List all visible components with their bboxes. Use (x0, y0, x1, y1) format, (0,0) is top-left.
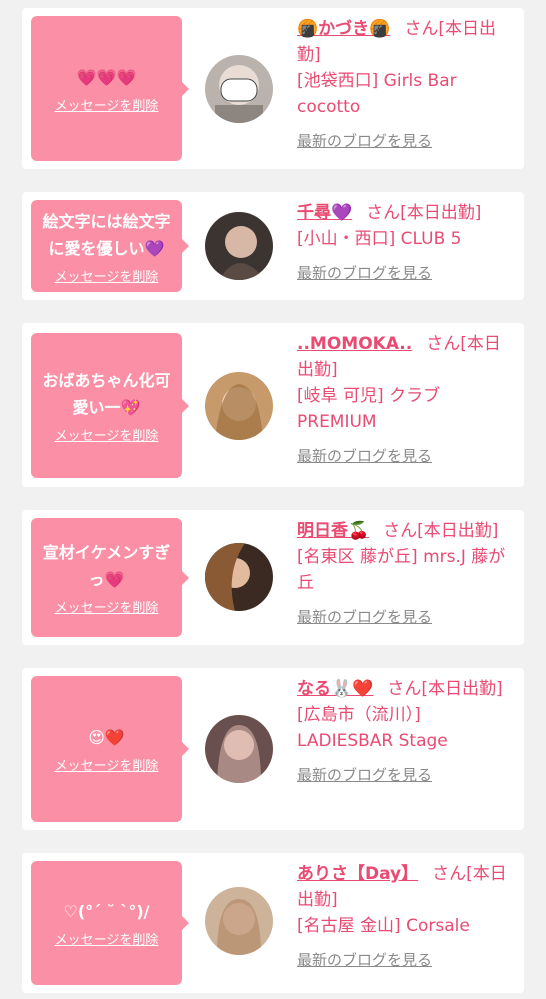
host-info: ..MOMOKA.. さん[本日出勤] [岐阜 可児] クラブ PREMIUM 最… (297, 331, 515, 469)
message-bubble: おばあちゃん化可愛い一💖 メッセージを削除 (31, 333, 189, 478)
shop-name: [名東区 藤が丘] mrs.J 藤が丘 (297, 547, 506, 593)
host-name-link[interactable]: なる🐰❤️ (297, 679, 373, 699)
host-name-link[interactable]: 🍘かづき🍘 (297, 19, 390, 39)
shop-name: [池袋西口] Girls Bar cocotto (297, 71, 457, 117)
message-list: 💗💗💗 メッセージを削除 🍘かづき🍘 さん[本日出勤] [池袋西口] Girls … (0, 0, 546, 999)
latest-blog-link[interactable]: 最新のブログを見る (297, 947, 515, 973)
delete-message-link[interactable]: メッセージを削除 (55, 597, 159, 616)
message-card: 💗💗💗 メッセージを削除 🍘かづき🍘 さん[本日出勤] [池袋西口] Girls … (22, 8, 524, 169)
host-info: 千尋💜 さん[本日出勤] [小山・西口] CLUB 5 最新のブログを見る (297, 200, 515, 286)
avatar-photo-icon (205, 543, 273, 611)
avatar-photo-icon (205, 887, 273, 955)
shop-name: [小山・西口] CLUB 5 (297, 229, 462, 249)
host-name-link[interactable]: ..MOMOKA.. (297, 334, 412, 354)
shop-name: [広島市（流川）] LADIESBAR Stage (297, 705, 448, 751)
message-card: 宣材イケメンすぎっ💗 メッセージを削除 明日香🍒 さん[本日出勤] [名東区 藤が… (22, 510, 524, 645)
avatar-photo-icon (205, 55, 273, 123)
host-name-link[interactable]: 明日香🍒 (297, 521, 369, 541)
delete-message-link[interactable]: メッセージを削除 (55, 755, 159, 774)
latest-blog-link[interactable]: 最新のブログを見る (297, 443, 515, 469)
host-name-link[interactable]: 千尋💜 (297, 203, 352, 223)
avatar[interactable] (205, 372, 273, 440)
shop-name: [岐阜 可児] クラブ PREMIUM (297, 386, 441, 432)
latest-blog-link[interactable]: 最新のブログを見る (297, 604, 515, 630)
avatar-photo-icon (205, 372, 273, 440)
latest-blog-link[interactable]: 最新のブログを見る (297, 260, 515, 286)
message-bubble: 宣材イケメンすぎっ💗 メッセージを削除 (31, 518, 189, 637)
host-info: 🍘かづき🍘 さん[本日出勤] [池袋西口] Girls Bar cocotto 最… (297, 16, 515, 154)
message-bubble: 💗💗💗 メッセージを削除 (31, 16, 189, 161)
host-name-link[interactable]: ありさ【Day】 (297, 864, 418, 884)
message-card: ♡(°´ ˘ `°)/ メッセージを削除 ありさ【Day】 さん[本日出勤] [名… (22, 853, 524, 993)
host-info: なる🐰❤️ さん[本日出勤] [広島市（流川）] LADIESBAR Stage … (297, 676, 515, 788)
avatar[interactable] (205, 887, 273, 955)
message-text: ♡(°´ ˘ `°)/ (63, 902, 150, 921)
message-text: 💗💗💗 (76, 67, 137, 87)
message-bubble: ♡(°´ ˘ `°)/ メッセージを削除 (31, 861, 189, 985)
host-status: さん[本日出勤] (387, 679, 503, 699)
avatar[interactable] (205, 715, 273, 783)
message-text: 絵文字には絵文字に愛を優しい💜 (42, 211, 171, 258)
message-card: 絵文字には絵文字に愛を優しい💜 メッセージを削除 千尋💜 さん[本日出勤] [小山… (22, 192, 524, 300)
host-status: さん[本日出勤] (366, 203, 482, 223)
message-card: おばあちゃん化可愛い一💖 メッセージを削除 ..MOMOKA.. さん[本日出勤]… (22, 323, 524, 487)
message-text: 😍❤️ (88, 728, 125, 747)
message-text: 宣材イケメンすぎっ💗 (42, 543, 171, 589)
avatar-photo-icon (205, 715, 273, 783)
delete-message-link[interactable]: メッセージを削除 (55, 929, 159, 948)
shop-name: [名古屋 金山] Corsale (297, 916, 470, 936)
host-info: 明日香🍒 さん[本日出勤] [名東区 藤が丘] mrs.J 藤が丘 最新のブログを… (297, 518, 515, 630)
message-bubble: 絵文字には絵文字に愛を優しい💜 メッセージを削除 (31, 200, 189, 292)
host-info: ありさ【Day】 さん[本日出勤] [名古屋 金山] Corsale 最新のブログ… (297, 861, 515, 973)
avatar-photo-icon (205, 212, 273, 280)
avatar[interactable] (205, 212, 273, 280)
avatar[interactable] (205, 55, 273, 123)
message-card: 😍❤️ メッセージを削除 なる🐰❤️ さん[本日出勤] [広島市（流川）] LAD… (22, 668, 524, 830)
host-status: さん[本日出勤] (383, 521, 499, 541)
avatar[interactable] (205, 543, 273, 611)
delete-message-link[interactable]: メッセージを削除 (55, 266, 159, 285)
latest-blog-link[interactable]: 最新のブログを見る (297, 128, 515, 154)
message-bubble: 😍❤️ メッセージを削除 (31, 676, 189, 822)
delete-message-link[interactable]: メッセージを削除 (55, 425, 159, 444)
latest-blog-link[interactable]: 最新のブログを見る (297, 762, 515, 788)
delete-message-link[interactable]: メッセージを削除 (55, 95, 159, 114)
message-text: おばあちゃん化可愛い一💖 (42, 371, 171, 417)
